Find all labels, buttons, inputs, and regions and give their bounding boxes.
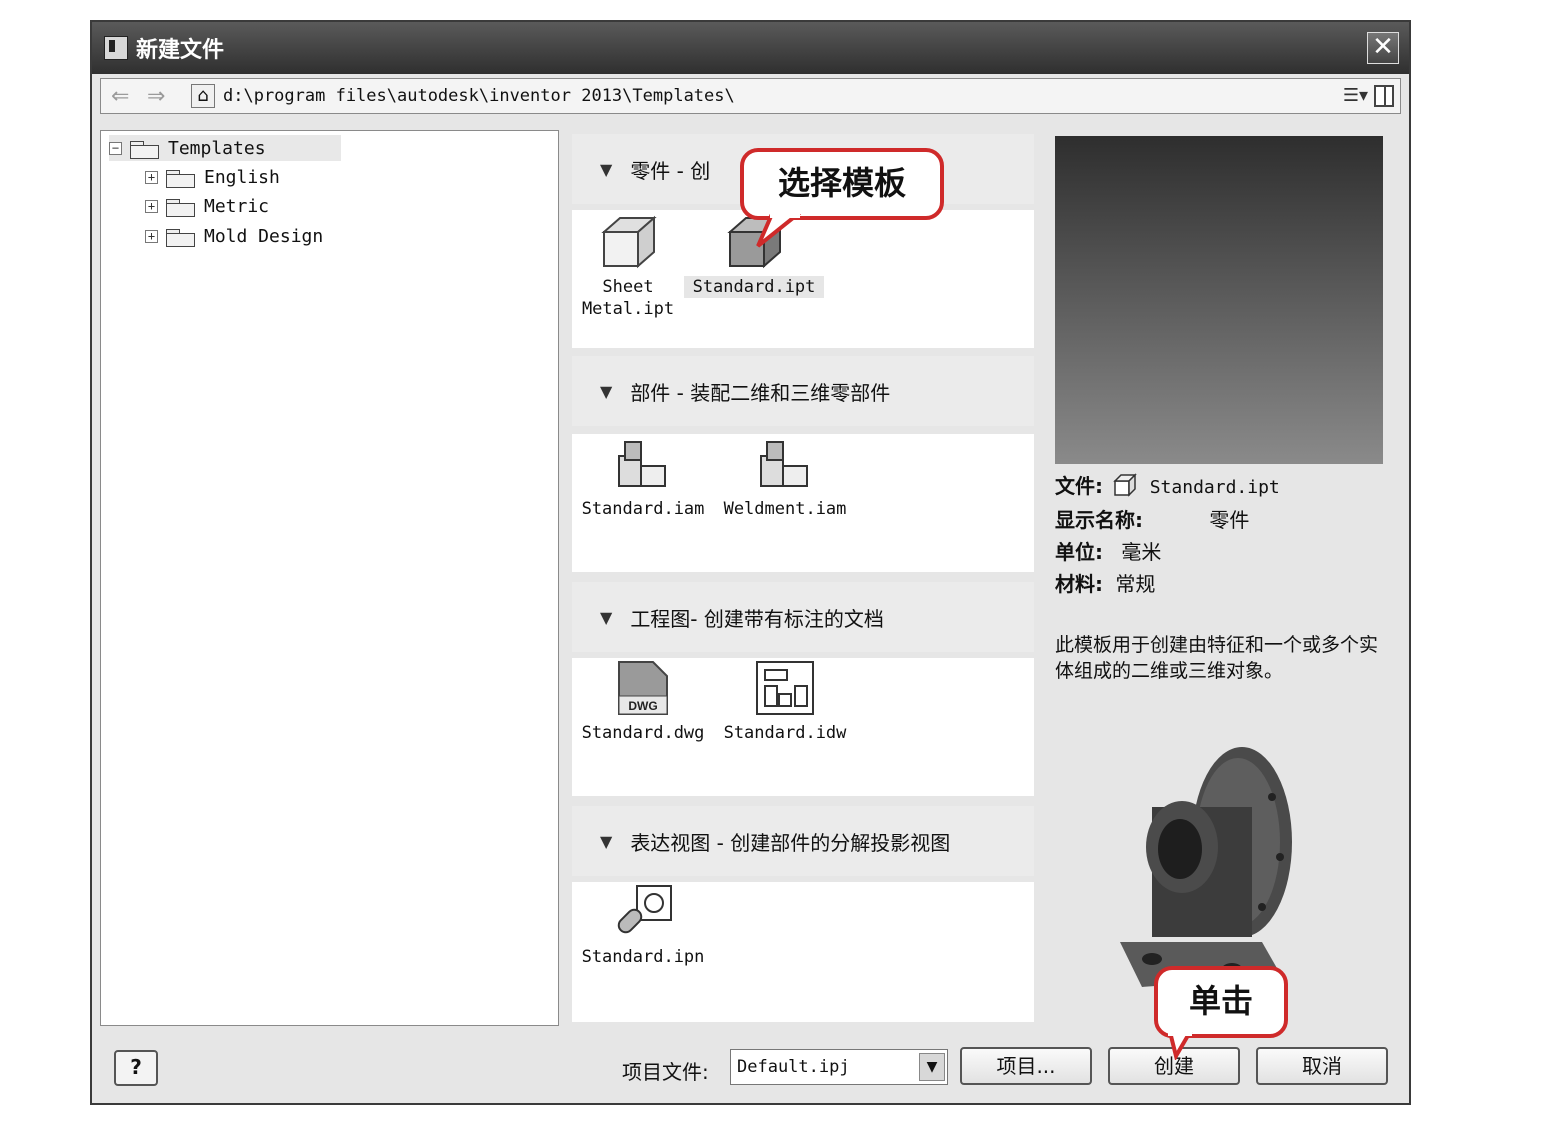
close-button[interactable]: ✕ — [1367, 32, 1399, 64]
file-label: 文件: — [1055, 474, 1103, 498]
template-folder-tree: − Templates + English + Metric + Mold De… — [100, 130, 559, 1026]
forward-arrow-icon[interactable]: ⇒ — [147, 84, 165, 109]
section-title: 表达视图 - 创建部件的分解投影视图 — [630, 830, 951, 855]
tree-item-label: English — [204, 166, 280, 188]
tree-item-label: Metric — [204, 195, 270, 217]
template-label: Weldment.iam — [723, 499, 847, 519]
dwg-file-icon: DWG — [618, 661, 668, 715]
section-body-assemblies: Standard.iam Weldment.iam — [572, 434, 1034, 572]
dialog-title: 新建文件 — [136, 38, 225, 63]
collapse-triangle-icon[interactable]: ▼ — [600, 608, 612, 627]
project-file-select[interactable]: Default.ipj ▼ — [730, 1049, 948, 1085]
section-header-presentations[interactable]: ▼ 表达视图 - 创建部件的分解投影视图 — [572, 806, 1034, 876]
section-body-presentations: Standard.ipn — [572, 882, 1034, 1022]
template-label: Standard.dwg — [581, 723, 705, 743]
callout-pointer — [756, 214, 802, 248]
section-title: 工程图- 创建带有标注的文档 — [630, 606, 884, 631]
template-label: Sheet Metal.ipt — [581, 277, 675, 319]
view-options-icon[interactable]: ☰▾ — [1343, 85, 1368, 106]
template-label: Standard.ipt — [684, 276, 824, 298]
material-value: 常规 — [1115, 572, 1156, 596]
part-cube-icon — [1113, 473, 1138, 497]
section-header-drawings[interactable]: ▼ 工程图- 创建带有标注的文档 — [572, 582, 1034, 652]
unit-value: 毫米 — [1121, 540, 1162, 564]
projects-button[interactable]: 项目... — [960, 1047, 1092, 1085]
collapse-triangle-icon[interactable]: ▼ — [600, 382, 612, 401]
assembly-icon — [760, 441, 808, 487]
folder-icon — [166, 226, 195, 247]
file-value: Standard.ipt — [1149, 477, 1280, 498]
home-icon[interactable]: ⌂ — [191, 84, 215, 108]
chevron-down-icon[interactable]: ▼ — [919, 1053, 945, 1081]
template-properties: 文件: Standard.ipt 显示名称: 零件 单位: 毫米 材料: 常规 — [1055, 470, 1395, 600]
part-cube-icon — [601, 215, 657, 269]
expand-icon[interactable]: + — [145, 229, 158, 243]
tree-item-templates[interactable]: − Templates — [109, 135, 341, 161]
material-row: 材料: 常规 — [1055, 568, 1395, 600]
file-row: 文件: Standard.ipt — [1055, 470, 1395, 504]
bracket-model-image — [1120, 747, 1292, 987]
tree-item-mold-design[interactable]: + Mold Design — [145, 223, 323, 249]
section-body-drawings: DWG Standard.dwg Standard.idw — [572, 658, 1034, 796]
template-description: 此模板用于创建由特征和一个或多个实体组成的二维或三维对象。 — [1055, 634, 1379, 682]
template-weldment-iam[interactable]: Weldment.iam — [716, 436, 854, 520]
project-file-label: 项目文件: — [622, 1060, 709, 1084]
folder-icon — [130, 138, 159, 159]
template-list: ▼ 零件 - 创 Sheet Metal.ipt Standard.ipt ▼ … — [572, 130, 1034, 1026]
cancel-button[interactable]: 取消 — [1256, 1047, 1388, 1085]
title-bar: 新建文件 ✕ — [92, 22, 1409, 74]
path-text: d:\program files\autodesk\inventor 2013\… — [223, 86, 735, 106]
preview-pane-icon[interactable] — [1374, 85, 1394, 107]
expand-icon[interactable]: + — [145, 199, 158, 213]
back-arrow-icon[interactable]: ⇐ — [111, 84, 129, 109]
presentation-icon — [617, 885, 672, 934]
project-file-value: Default.ipj — [737, 1057, 850, 1077]
callout-click: 单击 — [1154, 966, 1288, 1038]
section-title: 部件 - 装配二维和三维零部件 — [630, 380, 891, 405]
callout-pointer — [1167, 1032, 1193, 1060]
template-standard-idw[interactable]: Standard.idw — [716, 660, 854, 744]
folder-icon — [166, 167, 195, 188]
tree-item-english[interactable]: + English — [145, 164, 280, 190]
folder-icon — [166, 196, 195, 217]
callout-select-template: 选择模板 — [740, 148, 944, 220]
expand-icon[interactable]: + — [145, 170, 158, 184]
tree-item-label: Templates — [168, 137, 266, 159]
display-name-row: 显示名称: 零件 — [1055, 504, 1395, 536]
help-button[interactable]: ? — [114, 1050, 158, 1086]
path-bar: ⇐ ⇒ ⌂ d:\program files\autodesk\inventor… — [100, 78, 1401, 114]
collapse-triangle-icon[interactable]: ▼ — [600, 832, 612, 851]
template-preview — [1055, 136, 1383, 464]
material-label: 材料: — [1055, 572, 1103, 596]
inventor-app-icon — [104, 36, 128, 60]
template-label: Standard.ipn — [581, 947, 705, 967]
template-standard-iam[interactable]: Standard.iam — [574, 436, 712, 520]
template-label: Standard.iam — [581, 499, 705, 519]
assembly-icon — [618, 441, 666, 487]
unit-label: 单位: — [1055, 540, 1103, 564]
template-standard-dwg[interactable]: DWG Standard.dwg — [574, 660, 712, 744]
section-header-assemblies[interactable]: ▼ 部件 - 装配二维和三维零部件 — [572, 356, 1034, 426]
unit-row: 单位: 毫米 — [1055, 536, 1395, 568]
idw-drawing-icon — [756, 661, 814, 715]
collapse-icon[interactable]: − — [109, 141, 122, 155]
template-label: Standard.idw — [723, 723, 847, 743]
template-standard-ipn[interactable]: Standard.ipn — [574, 884, 712, 968]
display-name-label: 显示名称: — [1055, 508, 1143, 532]
dwg-badge: DWG — [628, 699, 657, 713]
template-sheet-metal-ipt[interactable]: Sheet Metal.ipt — [574, 214, 682, 320]
tree-item-metric[interactable]: + Metric — [145, 193, 269, 219]
display-name-value: 零件 — [1209, 508, 1250, 532]
collapse-triangle-icon[interactable]: ▼ — [600, 160, 612, 179]
tree-item-label: Mold Design — [204, 225, 324, 247]
section-title: 零件 - 创 — [630, 158, 711, 183]
